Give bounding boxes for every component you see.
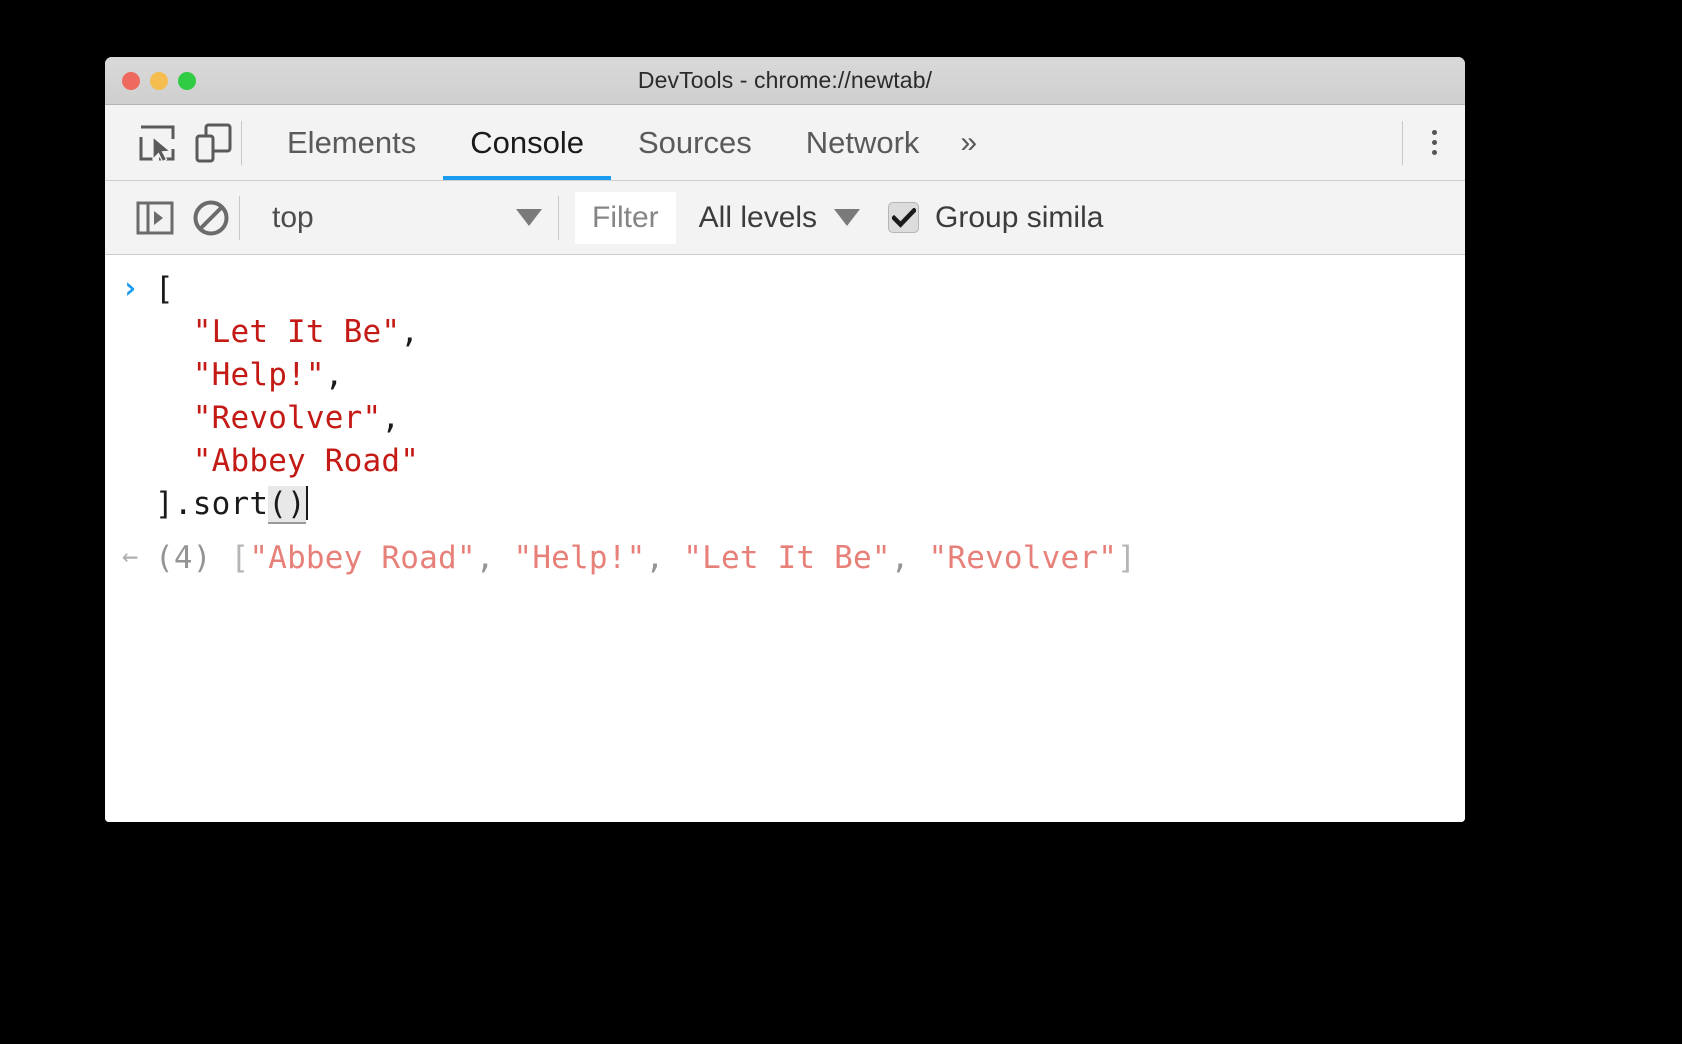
chevron-down-icon (834, 209, 860, 226)
console-output-message: ← (4) ["Abbey Road", "Help!", "Let It Be… (105, 526, 1465, 580)
close-button[interactable] (122, 72, 140, 90)
check-icon (892, 208, 916, 228)
filter-input[interactable]: Filter (575, 192, 676, 244)
tab-elements[interactable]: Elements (260, 105, 443, 180)
console-toolbar-divider (239, 196, 240, 240)
more-options-icon[interactable] (1403, 115, 1465, 171)
console-toolbar: top Filter All levels Group simila (105, 181, 1465, 255)
more-tabs-glyph: » (960, 126, 974, 160)
window-title: DevTools - chrome://newtab/ (638, 67, 932, 94)
execution-context-label: top (258, 201, 328, 235)
kebab-dot-1 (1432, 130, 1437, 135)
execution-context-selector[interactable]: top (258, 190, 558, 246)
title-bar: DevTools - chrome://newtab/ (105, 57, 1465, 105)
tab-elements-label: Elements (287, 125, 416, 161)
tab-network-label: Network (806, 125, 920, 161)
console-input-message[interactable]: › [ "Let It Be", "Help!", "Revolver", "A… (105, 255, 1465, 526)
clear-console-icon[interactable] (183, 190, 239, 246)
device-toolbar-icon[interactable] (185, 115, 241, 171)
group-similar-checkbox[interactable] (888, 202, 919, 233)
tab-sources[interactable]: Sources (611, 105, 779, 180)
tab-network[interactable]: Network (779, 105, 947, 180)
kebab-dot-2 (1432, 140, 1437, 145)
devtools-window: DevTools - chrome://newtab/ Elements Con… (105, 57, 1465, 822)
chevron-down-icon (516, 209, 542, 226)
tabstrip-divider (241, 121, 242, 165)
more-tabs-icon[interactable]: » (946, 105, 996, 180)
tab-console-label: Console (470, 125, 584, 161)
log-level-label: All levels (699, 201, 817, 235)
minimize-button[interactable] (150, 72, 168, 90)
kebab-dot-3 (1432, 150, 1437, 155)
inspect-element-icon[interactable] (129, 115, 185, 171)
console-output-value: (4) ["Abbey Road", "Help!", "Let It Be",… (155, 537, 1136, 580)
console-input-expression[interactable]: [ "Let It Be", "Help!", "Revolver", "Abb… (155, 268, 419, 526)
filter-divider (558, 196, 559, 240)
group-similar-toggle[interactable]: Group simila (888, 201, 1103, 235)
tab-console[interactable]: Console (443, 105, 611, 180)
devtools-tab-strip: Elements Console Sources Network » (105, 105, 1465, 181)
tabstrip-right-controls (1402, 105, 1465, 180)
console-sidebar-toggle-icon[interactable] (127, 190, 183, 246)
panel-tabs: Elements Console Sources Network » (260, 105, 996, 180)
log-level-selector[interactable]: All levels (699, 201, 860, 235)
result-gutter: ← (105, 537, 155, 570)
tab-sources-label: Sources (638, 125, 752, 161)
window-controls (122, 72, 196, 90)
group-similar-label: Group simila (935, 201, 1103, 235)
prompt-chevron-icon: › (121, 274, 139, 304)
zoom-button[interactable] (178, 72, 196, 90)
prompt-gutter: › (105, 268, 155, 304)
result-arrow-icon: ← (122, 543, 138, 570)
console-message-list[interactable]: › [ "Let It Be", "Help!", "Revolver", "A… (105, 255, 1465, 822)
